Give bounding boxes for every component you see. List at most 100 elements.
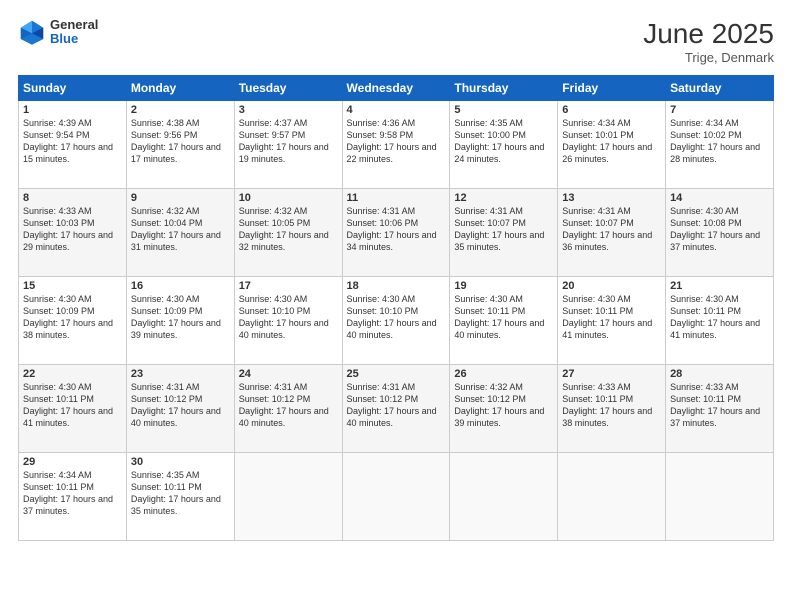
- calendar-cell: 2Sunrise: 4:38 AM Sunset: 9:56 PM Daylig…: [126, 101, 234, 189]
- calendar-subtitle: Trige, Denmark: [643, 50, 774, 65]
- day-info: Sunrise: 4:30 AM Sunset: 10:11 PM Daylig…: [454, 293, 553, 342]
- calendar-cell: 25Sunrise: 4:31 AM Sunset: 10:12 PM Dayl…: [342, 365, 450, 453]
- day-number: 8: [23, 192, 122, 204]
- day-number: 25: [347, 368, 446, 380]
- day-number: 29: [23, 456, 122, 468]
- day-info: Sunrise: 4:31 AM Sunset: 10:06 PM Daylig…: [347, 205, 446, 254]
- day-number: 5: [454, 104, 553, 116]
- day-info: Sunrise: 4:32 AM Sunset: 10:12 PM Daylig…: [454, 381, 553, 430]
- calendar-cell: 6Sunrise: 4:34 AM Sunset: 10:01 PM Dayli…: [558, 101, 666, 189]
- day-number: 17: [239, 280, 338, 292]
- calendar-week-1: 1Sunrise: 4:39 AM Sunset: 9:54 PM Daylig…: [19, 101, 774, 189]
- day-number: 20: [562, 280, 661, 292]
- day-info: Sunrise: 4:30 AM Sunset: 10:08 PM Daylig…: [670, 205, 769, 254]
- logo-general: General: [50, 18, 98, 32]
- day-number: 6: [562, 104, 661, 116]
- page-header: General Blue June 2025 Trige, Denmark: [18, 18, 774, 65]
- calendar-cell: 19Sunrise: 4:30 AM Sunset: 10:11 PM Dayl…: [450, 277, 558, 365]
- calendar-title: June 2025: [643, 18, 774, 50]
- day-info: Sunrise: 4:34 AM Sunset: 10:11 PM Daylig…: [23, 469, 122, 518]
- day-number: 7: [670, 104, 769, 116]
- calendar-cell: 22Sunrise: 4:30 AM Sunset: 10:11 PM Dayl…: [19, 365, 127, 453]
- logo-text: General Blue: [50, 18, 98, 47]
- calendar-cell: 11Sunrise: 4:31 AM Sunset: 10:06 PM Dayl…: [342, 189, 450, 277]
- day-number: 22: [23, 368, 122, 380]
- day-number: 12: [454, 192, 553, 204]
- calendar-cell: 5Sunrise: 4:35 AM Sunset: 10:00 PM Dayli…: [450, 101, 558, 189]
- calendar-week-5: 29Sunrise: 4:34 AM Sunset: 10:11 PM Dayl…: [19, 453, 774, 541]
- calendar-cell: 10Sunrise: 4:32 AM Sunset: 10:05 PM Dayl…: [234, 189, 342, 277]
- calendar-cell: 1Sunrise: 4:39 AM Sunset: 9:54 PM Daylig…: [19, 101, 127, 189]
- day-number: 28: [670, 368, 769, 380]
- day-info: Sunrise: 4:31 AM Sunset: 10:12 PM Daylig…: [239, 381, 338, 430]
- day-info: Sunrise: 4:34 AM Sunset: 10:01 PM Daylig…: [562, 117, 661, 166]
- day-number: 21: [670, 280, 769, 292]
- calendar-cell: 4Sunrise: 4:36 AM Sunset: 9:58 PM Daylig…: [342, 101, 450, 189]
- day-info: Sunrise: 4:33 AM Sunset: 10:03 PM Daylig…: [23, 205, 122, 254]
- calendar-cell: 27Sunrise: 4:33 AM Sunset: 10:11 PM Dayl…: [558, 365, 666, 453]
- calendar-cell: 17Sunrise: 4:30 AM Sunset: 10:10 PM Dayl…: [234, 277, 342, 365]
- day-number: 23: [131, 368, 230, 380]
- calendar-cell: 18Sunrise: 4:30 AM Sunset: 10:10 PM Dayl…: [342, 277, 450, 365]
- day-info: Sunrise: 4:35 AM Sunset: 10:00 PM Daylig…: [454, 117, 553, 166]
- day-info: Sunrise: 4:30 AM Sunset: 10:11 PM Daylig…: [562, 293, 661, 342]
- day-number: 13: [562, 192, 661, 204]
- day-number: 9: [131, 192, 230, 204]
- calendar-week-3: 15Sunrise: 4:30 AM Sunset: 10:09 PM Dayl…: [19, 277, 774, 365]
- header-friday: Friday: [558, 76, 666, 101]
- day-info: Sunrise: 4:31 AM Sunset: 10:12 PM Daylig…: [131, 381, 230, 430]
- calendar-table: Sunday Monday Tuesday Wednesday Thursday…: [18, 75, 774, 541]
- calendar-cell: 26Sunrise: 4:32 AM Sunset: 10:12 PM Dayl…: [450, 365, 558, 453]
- logo: General Blue: [18, 18, 98, 47]
- day-number: 11: [347, 192, 446, 204]
- header-wednesday: Wednesday: [342, 76, 450, 101]
- day-info: Sunrise: 4:30 AM Sunset: 10:10 PM Daylig…: [347, 293, 446, 342]
- day-info: Sunrise: 4:39 AM Sunset: 9:54 PM Dayligh…: [23, 117, 122, 166]
- calendar-cell: 9Sunrise: 4:32 AM Sunset: 10:04 PM Dayli…: [126, 189, 234, 277]
- day-number: 19: [454, 280, 553, 292]
- calendar-cell: 16Sunrise: 4:30 AM Sunset: 10:09 PM Dayl…: [126, 277, 234, 365]
- calendar-cell: 14Sunrise: 4:30 AM Sunset: 10:08 PM Dayl…: [666, 189, 774, 277]
- calendar-cell: 3Sunrise: 4:37 AM Sunset: 9:57 PM Daylig…: [234, 101, 342, 189]
- calendar-cell: [234, 453, 342, 541]
- day-info: Sunrise: 4:32 AM Sunset: 10:04 PM Daylig…: [131, 205, 230, 254]
- day-number: 3: [239, 104, 338, 116]
- day-number: 16: [131, 280, 230, 292]
- day-info: Sunrise: 4:38 AM Sunset: 9:56 PM Dayligh…: [131, 117, 230, 166]
- calendar-cell: [666, 453, 774, 541]
- calendar-cell: 29Sunrise: 4:34 AM Sunset: 10:11 PM Dayl…: [19, 453, 127, 541]
- day-number: 2: [131, 104, 230, 116]
- day-number: 14: [670, 192, 769, 204]
- calendar-cell: [342, 453, 450, 541]
- calendar-week-4: 22Sunrise: 4:30 AM Sunset: 10:11 PM Dayl…: [19, 365, 774, 453]
- day-info: Sunrise: 4:33 AM Sunset: 10:11 PM Daylig…: [670, 381, 769, 430]
- day-number: 18: [347, 280, 446, 292]
- day-info: Sunrise: 4:34 AM Sunset: 10:02 PM Daylig…: [670, 117, 769, 166]
- day-info: Sunrise: 4:36 AM Sunset: 9:58 PM Dayligh…: [347, 117, 446, 166]
- day-number: 10: [239, 192, 338, 204]
- day-number: 27: [562, 368, 661, 380]
- calendar-cell: 7Sunrise: 4:34 AM Sunset: 10:02 PM Dayli…: [666, 101, 774, 189]
- day-number: 4: [347, 104, 446, 116]
- header-row: Sunday Monday Tuesday Wednesday Thursday…: [19, 76, 774, 101]
- day-number: 30: [131, 456, 230, 468]
- day-number: 24: [239, 368, 338, 380]
- day-info: Sunrise: 4:31 AM Sunset: 10:07 PM Daylig…: [454, 205, 553, 254]
- day-info: Sunrise: 4:31 AM Sunset: 10:12 PM Daylig…: [347, 381, 446, 430]
- calendar-cell: 30Sunrise: 4:35 AM Sunset: 10:11 PM Dayl…: [126, 453, 234, 541]
- logo-icon: [18, 18, 46, 46]
- day-number: 26: [454, 368, 553, 380]
- logo-blue: Blue: [50, 32, 98, 46]
- calendar-cell: [558, 453, 666, 541]
- header-sunday: Sunday: [19, 76, 127, 101]
- day-info: Sunrise: 4:32 AM Sunset: 10:05 PM Daylig…: [239, 205, 338, 254]
- header-saturday: Saturday: [666, 76, 774, 101]
- day-info: Sunrise: 4:31 AM Sunset: 10:07 PM Daylig…: [562, 205, 661, 254]
- calendar-header: Sunday Monday Tuesday Wednesday Thursday…: [19, 76, 774, 101]
- calendar-cell: 12Sunrise: 4:31 AM Sunset: 10:07 PM Dayl…: [450, 189, 558, 277]
- calendar-week-2: 8Sunrise: 4:33 AM Sunset: 10:03 PM Dayli…: [19, 189, 774, 277]
- day-info: Sunrise: 4:37 AM Sunset: 9:57 PM Dayligh…: [239, 117, 338, 166]
- calendar-cell: 24Sunrise: 4:31 AM Sunset: 10:12 PM Dayl…: [234, 365, 342, 453]
- day-info: Sunrise: 4:30 AM Sunset: 10:11 PM Daylig…: [23, 381, 122, 430]
- day-info: Sunrise: 4:30 AM Sunset: 10:09 PM Daylig…: [131, 293, 230, 342]
